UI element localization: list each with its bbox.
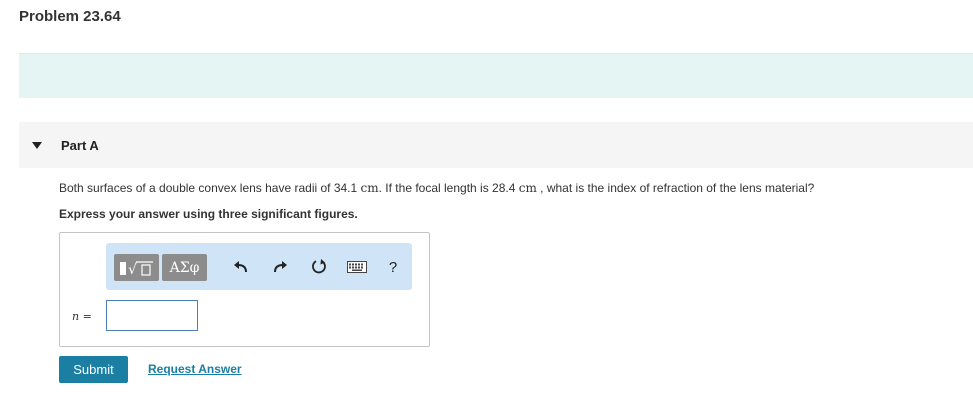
answer-box: √ ΑΣφ ? n = [59,232,430,347]
reset-icon [312,259,326,274]
problem-title: Problem 23.64 [19,8,121,25]
part-label: Part A [61,138,99,153]
request-answer-link[interactable]: Request Answer [148,362,242,376]
templates-button[interactable]: √ [114,254,159,281]
question-text: Both surfaces of a double convex lens ha… [59,181,814,195]
question-text-1: Both surfaces of a double convex lens ha… [59,181,361,195]
svg-text:√: √ [128,262,137,278]
instruction-text: Express your answer using three signific… [59,207,358,221]
redo-button[interactable] [269,256,291,278]
keyboard-icon [347,261,367,273]
symbols-button[interactable]: ΑΣφ [162,254,207,281]
unit-cm-1: cm [360,181,379,195]
submit-button[interactable]: Submit [59,356,128,383]
question-text-2: . If the focal length is 28.4 [378,181,519,195]
redo-icon [274,261,287,273]
keyboard-button[interactable] [346,256,368,278]
reset-button[interactable] [308,256,330,278]
templates-icon: √ [119,260,153,278]
answer-input[interactable] [106,300,198,331]
question-text-3: , what is the index of refraction of the… [536,181,815,195]
unit-cm-2: cm [518,181,537,195]
part-a-header[interactable]: Part A [19,122,973,168]
undo-button[interactable] [230,256,252,278]
intro-band [19,53,973,98]
math-toolbar: √ ΑΣφ ? [106,243,412,290]
help-button[interactable]: ? [382,256,404,278]
variable-label: n = [72,310,92,323]
undo-icon [234,261,247,273]
caret-down-icon[interactable] [32,142,42,149]
